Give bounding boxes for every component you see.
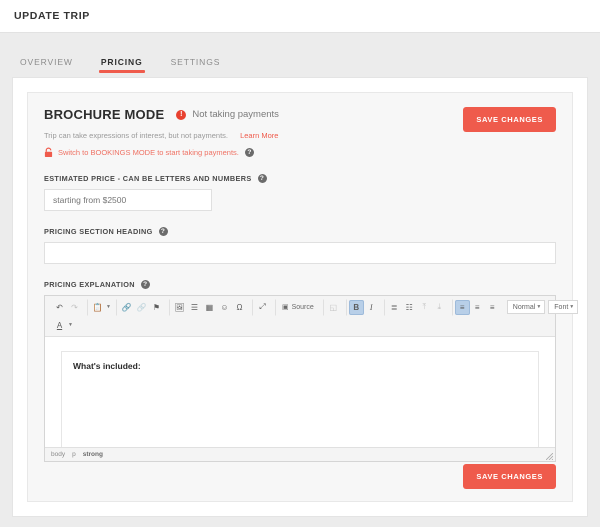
- switch-to-bookings-link[interactable]: Switch to BOOKINGS MODE to start taking …: [58, 148, 239, 157]
- paste-icon[interactable]: 📋: [90, 300, 105, 315]
- brochure-mode-title: BROCHURE MODE: [44, 107, 165, 122]
- pricing-explanation-label: PRICING EXPLANATION: [44, 280, 135, 289]
- save-changes-button-top[interactable]: SAVE CHANGES: [463, 107, 556, 132]
- brochure-description: Trip can take expressions of interest, b…: [44, 131, 228, 140]
- align-right-icon[interactable]: ≡: [485, 300, 500, 315]
- insert-group: 🖼 ☰ ▦ ☺ Ω: [168, 298, 250, 316]
- switch-help-icon[interactable]: ?: [244, 148, 254, 157]
- tab-settings[interactable]: SETTINGS: [163, 57, 229, 77]
- pricing-explanation-label-row: PRICING EXPLANATION ?: [44, 280, 556, 289]
- pricing-heading-help-icon[interactable]: ?: [158, 227, 168, 236]
- estimated-price-input[interactable]: [44, 189, 212, 211]
- tab-pricing[interactable]: PRICING: [93, 57, 151, 77]
- text-style-group: B I: [345, 298, 382, 316]
- pricing-heading-label-row: PRICING SECTION HEADING ?: [44, 227, 556, 236]
- unlink-icon[interactable]: 🔗: [134, 300, 149, 315]
- text-color-group: A ▼: [49, 317, 76, 334]
- switch-mode-row: Switch to BOOKINGS MODE to start taking …: [44, 147, 556, 158]
- bold-button[interactable]: B: [348, 299, 364, 315]
- page-break-icon[interactable]: ☰: [187, 300, 202, 315]
- tab-overview[interactable]: OVERVIEW: [12, 57, 81, 77]
- learn-more-link[interactable]: Learn More: [240, 131, 278, 140]
- payment-status-text: Not taking payments: [192, 109, 279, 120]
- numbered-list-icon[interactable]: ≣: [387, 300, 402, 315]
- tab-bar: OVERVIEW PRICING SETTINGS: [0, 33, 600, 77]
- font-family-value: Font: [554, 303, 569, 311]
- estimated-price-label-row: ESTIMATED PRICE - CAN BE LETTERS AND NUM…: [44, 174, 556, 183]
- smiley-icon[interactable]: ☺: [217, 300, 232, 315]
- breadcrumb-body[interactable]: body: [51, 451, 65, 458]
- rich-text-editor: ↶ ↷ 📋 ▼ 🔗 🔗 ⚑ 🖼 ☰ ▦ ☺ Ω ⤢ ▣ Source ◱ B I…: [44, 295, 579, 462]
- editor-element-path: body p strong: [45, 447, 555, 461]
- source-button[interactable]: ▣ Source: [278, 300, 318, 315]
- app-header: UPDATE TRIP: [0, 0, 600, 33]
- paragraph-format-select[interactable]: Normal ▼: [506, 300, 546, 314]
- pricing-card: SAVE CHANGES BROCHURE MODE ! Not taking …: [12, 77, 588, 517]
- templates-icon[interactable]: ◱: [326, 300, 341, 315]
- paste-group: 📋 ▼: [87, 298, 114, 316]
- history-group: ↶ ↷: [49, 299, 85, 316]
- brochure-panel: SAVE CHANGES BROCHURE MODE ! Not taking …: [27, 92, 579, 502]
- breadcrumb-strong[interactable]: strong: [83, 451, 103, 458]
- anchor-flag-icon[interactable]: ⚑: [149, 300, 164, 315]
- save-changes-button-bottom[interactable]: SAVE CHANGES: [463, 464, 556, 489]
- link-icon[interactable]: 🔗: [119, 300, 134, 315]
- bulleted-list-icon[interactable]: ☷: [402, 300, 417, 315]
- link-group: 🔗 🔗 ⚑: [115, 298, 167, 316]
- resize-handle-icon[interactable]: [546, 453, 553, 460]
- align-group: ≡ ≡ ≡: [451, 298, 503, 316]
- font-family-chevron-down-icon: ▼: [569, 304, 575, 310]
- editor-toolbar: ↶ ↷ 📋 ▼ 🔗 🔗 ⚑ 🖼 ☰ ▦ ☺ Ω ⤢ ▣ Source ◱ B I…: [45, 296, 579, 337]
- font-family-select[interactable]: Font ▼: [548, 300, 579, 314]
- editor-content-text: What's included:: [73, 361, 141, 371]
- text-color-icon[interactable]: A: [52, 318, 67, 333]
- brochure-description-row: Trip can take expressions of interest, b…: [44, 131, 556, 140]
- lock-icon: [44, 147, 53, 157]
- editor-toolbar-row-2: A ▼: [48, 316, 552, 334]
- redo-icon[interactable]: ↷: [67, 300, 82, 315]
- paragraph-format-value: Normal: [512, 303, 536, 311]
- align-left-icon[interactable]: ≡: [454, 299, 470, 315]
- source-icon: ▣: [281, 304, 289, 311]
- align-center-icon[interactable]: ≡: [470, 300, 485, 315]
- indent-icon[interactable]: ⤓: [432, 300, 447, 315]
- table-icon[interactable]: ▦: [202, 300, 217, 315]
- maximize-icon[interactable]: ⤢: [255, 300, 270, 315]
- undo-icon[interactable]: ↶: [52, 300, 67, 315]
- editor-content-wrapper: What's included:: [45, 337, 555, 461]
- outdent-icon[interactable]: ⤒: [417, 300, 432, 315]
- editor-toolbar-row-1: ↶ ↷ 📋 ▼ 🔗 🔗 ⚑ 🖼 ☰ ▦ ☺ Ω ⤢ ▣ Source ◱ B I…: [48, 298, 579, 316]
- paragraph-format-chevron-down-icon: ▼: [536, 304, 542, 310]
- source-group: ▣ Source: [274, 298, 321, 316]
- pricing-heading-label: PRICING SECTION HEADING: [44, 227, 153, 236]
- breadcrumb-p[interactable]: p: [72, 451, 76, 458]
- pricing-heading-input[interactable]: [44, 242, 556, 264]
- italic-button[interactable]: I: [364, 300, 379, 315]
- editor-content-area[interactable]: What's included:: [61, 351, 539, 461]
- page-title: UPDATE TRIP: [14, 10, 90, 22]
- estimated-price-help-icon[interactable]: ?: [257, 174, 267, 183]
- alert-icon: !: [176, 109, 187, 120]
- estimated-price-label: ESTIMATED PRICE - CAN BE LETTERS AND NUM…: [44, 174, 252, 183]
- pricing-explanation-help-icon[interactable]: ?: [140, 280, 150, 289]
- maximize-group: ⤢: [251, 298, 273, 316]
- list-group: ≣ ☷ ⤒ ⤓: [383, 298, 450, 316]
- source-button-label: Source: [291, 303, 314, 311]
- templates-group: ◱: [322, 298, 344, 316]
- paste-chevron-down-icon[interactable]: ▼: [106, 304, 111, 310]
- image-icon[interactable]: 🖼: [172, 300, 187, 315]
- special-char-icon[interactable]: Ω: [232, 300, 247, 315]
- alert-icon-glyph: !: [180, 111, 183, 118]
- text-color-chevron-down-icon[interactable]: ▼: [68, 322, 73, 328]
